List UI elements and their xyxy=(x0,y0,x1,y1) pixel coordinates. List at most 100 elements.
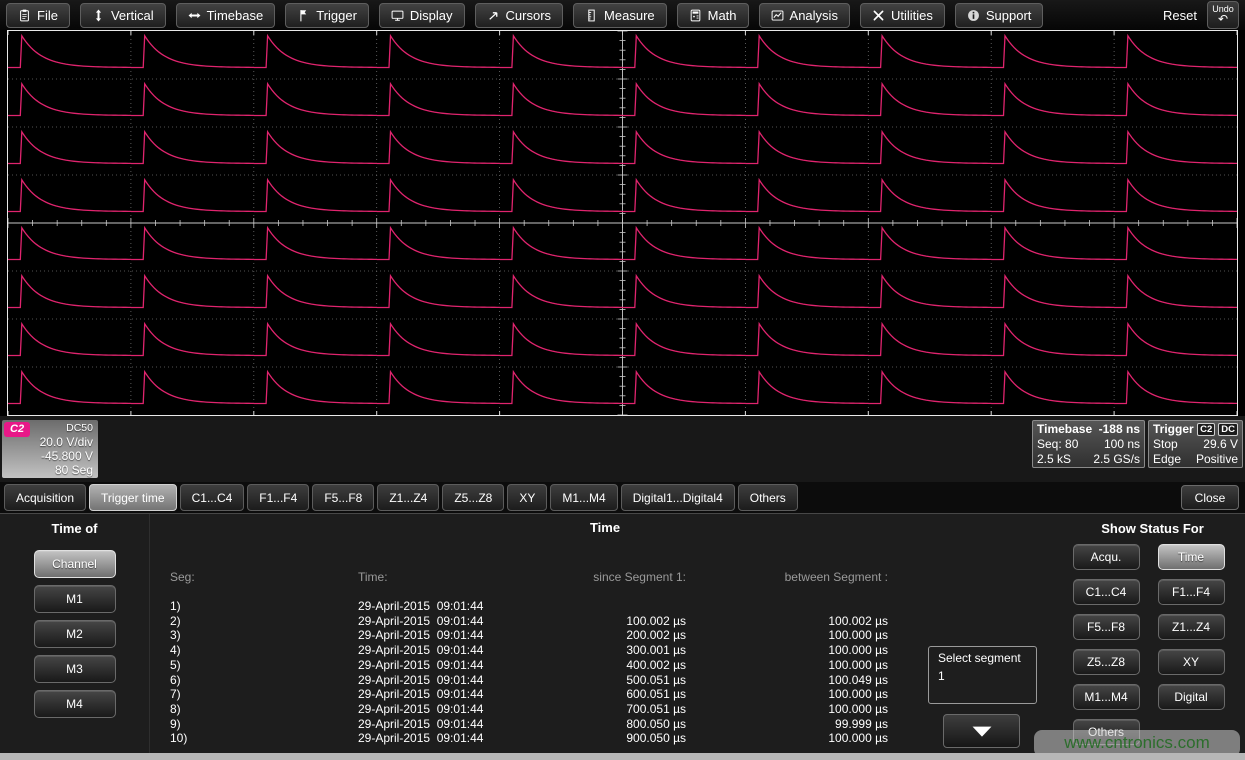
table-row: 4)29-April-2015 09:01:44300.001 µs100.00… xyxy=(150,643,1060,658)
trigger-descriptor[interactable]: Trigger C2 DC Stop 29.6 V Edge Positive xyxy=(1148,420,1243,468)
close-button[interactable]: Close xyxy=(1181,485,1239,510)
status-f1-f4-button[interactable]: F1...F4 xyxy=(1158,579,1225,605)
descriptor-strip: C2 DC50 20.0 V/div -45.800 V 80 Seg Time… xyxy=(0,416,1245,482)
status-f5-f8-button[interactable]: F5...F8 xyxy=(1073,614,1140,640)
time-of-m3-button[interactable]: M3 xyxy=(34,655,116,683)
table-cell: 29-April-2015 09:01:44 xyxy=(358,702,483,716)
menu-display-button[interactable]: Display xyxy=(379,3,465,28)
time-of-channel-button[interactable]: Channel xyxy=(34,550,116,578)
table-row: 8)29-April-2015 09:01:44700.051 µs100.00… xyxy=(150,702,1060,717)
timebase-title: Timebase xyxy=(1037,422,1092,437)
table-cell: 29-April-2015 09:01:44 xyxy=(358,673,483,687)
status-m1-m4-button[interactable]: M1...M4 xyxy=(1073,684,1140,710)
menu-cursors-button[interactable]: Cursors xyxy=(475,3,564,28)
support-icon xyxy=(967,9,980,22)
table-row: 6)29-April-2015 09:01:44500.051 µs100.04… xyxy=(150,673,1060,688)
reset-button[interactable]: Reset xyxy=(1163,8,1197,23)
tab-trigger-time[interactable]: Trigger time xyxy=(89,484,177,511)
show-status-title: Show Status For xyxy=(1060,521,1245,536)
timebase-descriptor[interactable]: Timebase -188 ns Seq: 80 100 ns 2.5 kS 2… xyxy=(1032,420,1145,468)
table-cell: 29-April-2015 09:01:44 xyxy=(358,614,483,628)
tab-xy[interactable]: XY xyxy=(507,484,547,511)
menu-label: Timebase xyxy=(207,8,264,23)
status-xy-button[interactable]: XY xyxy=(1158,649,1225,675)
trigger-source-badge: C2 xyxy=(1197,423,1215,436)
menu-utilities-button[interactable]: Utilities xyxy=(860,3,945,28)
tab-others[interactable]: Others xyxy=(738,484,798,511)
undo-button[interactable]: Undo ↶ xyxy=(1207,1,1239,29)
table-row: 5)29-April-2015 09:01:44400.002 µs100.00… xyxy=(150,658,1060,673)
tab-f1-f4[interactable]: F1...F4 xyxy=(247,484,309,511)
table-cell: 4) xyxy=(170,643,181,657)
time-table-panel: Time Seg: Time: since Segment 1: between… xyxy=(150,514,1060,753)
menu-label: File xyxy=(37,8,58,23)
table-cell: 400.002 µs xyxy=(626,658,686,672)
status-z1-z4-button[interactable]: Z1...Z4 xyxy=(1158,614,1225,640)
trigger-level: 29.6 V xyxy=(1203,437,1238,452)
table-cell: 7) xyxy=(170,687,181,701)
menu-math-button[interactable]: Math xyxy=(677,3,749,28)
table-cell: 29-April-2015 09:01:44 xyxy=(358,717,483,731)
channel-offset: -45.800 V xyxy=(2,449,93,463)
table-cell: 900.050 µs xyxy=(626,731,686,745)
menu-label: Support xyxy=(986,8,1032,23)
table-cell: 300.001 µs xyxy=(626,643,686,657)
waveform-display[interactable] xyxy=(7,30,1238,416)
status-digital-button[interactable]: Digital xyxy=(1158,684,1225,710)
segment-down-button[interactable]: ▼ xyxy=(943,714,1020,748)
menu-measure-button[interactable]: Measure xyxy=(573,3,667,28)
bottom-strip xyxy=(0,753,1245,760)
table-cell: 100.000 µs xyxy=(828,731,888,745)
table-cell: 29-April-2015 09:01:44 xyxy=(358,658,483,672)
menu-label: Trigger xyxy=(316,8,357,23)
table-cell: 2) xyxy=(170,614,181,628)
tab-acquisition[interactable]: Acquisition xyxy=(4,484,86,511)
timebase-samples: 2.5 kS xyxy=(1037,452,1071,467)
menu-label: Utilities xyxy=(891,8,933,23)
menu-trigger-button[interactable]: Trigger xyxy=(285,3,369,28)
table-row: 3)29-April-2015 09:01:44200.002 µs100.00… xyxy=(150,628,1060,643)
tab-z1-z4[interactable]: Z1...Z4 xyxy=(377,484,439,511)
status-c1-c4-button[interactable]: C1...C4 xyxy=(1073,579,1140,605)
table-row: 9) 29-April-2015 09:01:44 800.050 µs 99.999… xyxy=(150,717,1060,732)
menu-support-button[interactable]: Support xyxy=(955,3,1044,28)
table-cell: 3) xyxy=(170,628,181,642)
status-acqu-button[interactable]: Acqu. xyxy=(1073,544,1140,570)
status-time-button[interactable]: Time xyxy=(1158,544,1225,570)
table-cell: 29-April-2015 09:01:44 xyxy=(358,628,483,642)
menu-label: Cursors xyxy=(506,8,552,23)
timebase-icon xyxy=(188,9,201,22)
time-table-title: Time xyxy=(150,520,1060,535)
table-cell: 29-April-2015 09:01:44 xyxy=(358,731,483,745)
tab-m1-m4[interactable]: M1...M4 xyxy=(550,484,617,511)
table-cell: 800.050 µs xyxy=(626,717,686,731)
trigger-time-panel: Time of ChannelM1M2M3M4 Time Seg: Time: … xyxy=(0,513,1245,753)
table-cell: 99.999 µs xyxy=(835,717,888,731)
tab-c1-c4[interactable]: C1...C4 xyxy=(180,484,245,511)
menu-timebase-button[interactable]: Timebase xyxy=(176,3,276,28)
menu-label: Analysis xyxy=(790,8,838,23)
menu-file-button[interactable]: File xyxy=(6,3,70,28)
tab-f5-f8[interactable]: F5...F8 xyxy=(312,484,374,511)
timebase-seq: Seq: 80 xyxy=(1037,437,1078,452)
timebase-delay: -188 ns xyxy=(1099,422,1140,437)
menu-analysis-button[interactable]: Analysis xyxy=(759,3,850,28)
time-of-m4-button[interactable]: M4 xyxy=(34,690,116,718)
menu-vertical-button[interactable]: Vertical xyxy=(80,3,166,28)
time-of-m2-button[interactable]: M2 xyxy=(34,620,116,648)
table-cell: 29-April-2015 09:01:44 xyxy=(358,687,483,701)
tab-digital1-digital4[interactable]: Digital1...Digital4 xyxy=(621,484,735,511)
tab-z5-z8[interactable]: Z5...Z8 xyxy=(442,484,504,511)
select-segment-field[interactable]: Select segment 1 xyxy=(928,646,1037,704)
status-z5-z8-button[interactable]: Z5...Z8 xyxy=(1073,649,1140,675)
table-cell: 200.002 µs xyxy=(626,628,686,642)
cursors-icon xyxy=(487,9,500,22)
math-icon xyxy=(689,9,702,22)
analysis-icon xyxy=(771,9,784,22)
vertical-icon xyxy=(92,9,105,22)
time-of-m1-button[interactable]: M1 xyxy=(34,585,116,613)
table-cell: 9) xyxy=(170,717,181,731)
table-cell: 10) xyxy=(170,731,187,745)
channel-c2-descriptor[interactable]: C2 DC50 20.0 V/div -45.800 V 80 Seg xyxy=(2,420,98,478)
column-since-segment: since Segment 1: xyxy=(593,570,686,584)
